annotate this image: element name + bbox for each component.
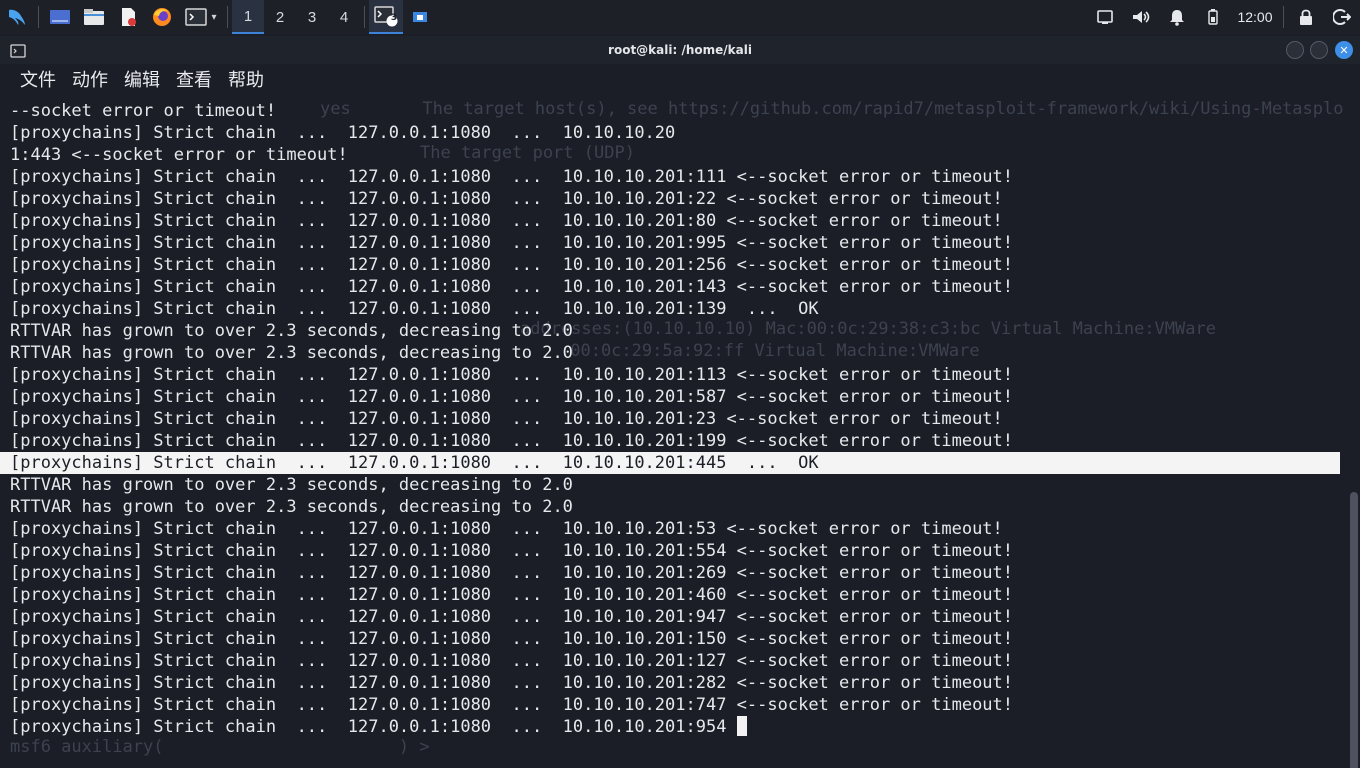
menu-file[interactable]: 文件 [20, 66, 56, 92]
taskbar-separator [1283, 6, 1284, 28]
terminal-line: RTTVAR has grown to over 2.3 seconds, de… [10, 497, 573, 517]
notification-bell-icon[interactable] [1159, 0, 1195, 34]
terminal-line: [proxychains] Strict chain ... 127.0.0.1… [10, 255, 1014, 275]
taskbar: ▾ 1 2 3 4 3 12:00 [0, 0, 1360, 34]
system-tray: 12:00 [1087, 0, 1360, 34]
terminal-line: [proxychains] Strict chain ... 127.0.0.1… [10, 189, 1003, 209]
terminal-line: RTTVAR has grown to over 2.3 seconds, de… [10, 343, 573, 363]
terminal-scrollbar[interactable] [1350, 492, 1358, 768]
terminal-line: [proxychains] Strict chain ... 127.0.0.1… [10, 365, 1014, 385]
terminal-line: [proxychains] Strict chain ... 127.0.0.1… [10, 585, 1014, 605]
terminal-count-badge: 3 [390, 13, 398, 23]
terminal-line: [proxychains] Strict chain ... 127.0.0.1… [10, 123, 676, 143]
close-button[interactable]: ✕ [1335, 41, 1353, 59]
terminal-line: [proxychains] Strict chain ... 127.0.0.1… [10, 167, 1014, 187]
terminal-line: [proxychains] Strict chain ... 127.0.0.1… [10, 409, 1003, 429]
taskbar-separator [364, 6, 365, 28]
workspace-1[interactable]: 1 [232, 0, 264, 34]
terminal-line: [proxychains] Strict chain ... 127.0.0.1… [10, 519, 1003, 539]
window-task-button[interactable] [403, 0, 437, 34]
battery-icon[interactable] [1195, 0, 1231, 34]
menu-bar: 文件 动作 编辑 查看 帮助 [0, 64, 1360, 94]
terminal-line: [proxychains] Strict chain ... 127.0.0.1… [10, 431, 1014, 451]
text-editor-icon[interactable] [111, 0, 145, 34]
terminal-line: RTTVAR has grown to over 2.3 seconds, de… [10, 475, 573, 495]
window-title: root@kali: /home/kali [608, 43, 752, 57]
menu-view[interactable]: 查看 [176, 66, 212, 92]
volume-icon[interactable] [1123, 0, 1159, 34]
terminal-line: [proxychains] Strict chain ... 127.0.0.1… [10, 695, 1014, 715]
window-titlebar[interactable]: root@kali: /home/kali ✕ [0, 36, 1360, 64]
show-desktop-icon[interactable] [43, 0, 77, 34]
terminal-line: [proxychains] Strict chain ... 127.0.0.1… [10, 563, 1014, 583]
terminal-line: [proxychains] Strict chain ... 127.0.0.1… [0, 716, 1346, 738]
file-manager-icon[interactable] [77, 0, 111, 34]
minimize-button[interactable] [1286, 41, 1304, 59]
terminal-window: root@kali: /home/kali ✕ 文件 动作 编辑 查看 帮助 y… [0, 36, 1360, 768]
text-cursor [736, 716, 747, 736]
terminal-line: [proxychains] Strict chain ... 127.0.0.1… [10, 277, 1014, 297]
terminal-launcher-icon[interactable]: ▾ [179, 0, 223, 34]
terminal-line: [proxychains] Strict chain ... 127.0.0.1… [10, 651, 1014, 671]
window-icon [413, 12, 427, 22]
terminal-line: --socket error or timeout! [10, 101, 277, 121]
terminal-task-button[interactable]: 3 [369, 0, 403, 34]
clock[interactable]: 12:00 [1231, 0, 1279, 34]
logout-icon[interactable] [1324, 0, 1360, 34]
maximize-button[interactable] [1310, 41, 1328, 59]
lock-screen-icon[interactable] [1288, 0, 1324, 34]
ghost-text: msf6 auxiliary( ) > [10, 737, 440, 757]
taskbar-separator [38, 6, 39, 28]
display-icon[interactable] [1087, 0, 1123, 34]
kali-menu-icon[interactable] [0, 0, 34, 34]
firefox-icon[interactable] [145, 0, 179, 34]
menu-help[interactable]: 帮助 [228, 66, 264, 92]
chevron-down-icon[interactable]: ▾ [211, 12, 216, 23]
terminal-line: [proxychains] Strict chain ... 127.0.0.1… [10, 211, 1003, 231]
terminal-line-selected: [proxychains] Strict chain ... 127.0.0.1… [0, 452, 1340, 474]
menu-actions[interactable]: 动作 [72, 66, 108, 92]
workspace-3[interactable]: 3 [296, 0, 328, 34]
terminal-lines: --socket error or timeout! [proxychains] … [0, 100, 1346, 738]
terminal-output[interactable]: yes The target host(s), see https://gith… [0, 100, 1346, 768]
workspace-4[interactable]: 4 [328, 0, 360, 34]
terminal-line: RTTVAR has grown to over 2.3 seconds, de… [10, 321, 573, 341]
workspace-2[interactable]: 2 [264, 0, 296, 34]
terminal-line: [proxychains] Strict chain ... 127.0.0.1… [10, 607, 1014, 627]
terminal-icon [10, 43, 26, 62]
terminal-line: [proxychains] Strict chain ... 127.0.0.1… [10, 673, 1014, 693]
terminal-line: [proxychains] Strict chain ... 127.0.0.1… [10, 387, 1014, 407]
terminal-line: [proxychains] Strict chain ... 127.0.0.1… [10, 299, 819, 319]
terminal-line: [proxychains] Strict chain ... 127.0.0.1… [10, 629, 1014, 649]
menu-edit[interactable]: 编辑 [124, 66, 160, 92]
taskbar-separator [227, 6, 228, 28]
terminal-line: 1:443 <--socket error or timeout! [10, 145, 348, 165]
terminal-line: [proxychains] Strict chain ... 127.0.0.1… [10, 541, 1014, 561]
close-icon: ✕ [1339, 43, 1349, 57]
terminal-line: [proxychains] Strict chain ... 127.0.0.1… [10, 233, 1014, 253]
